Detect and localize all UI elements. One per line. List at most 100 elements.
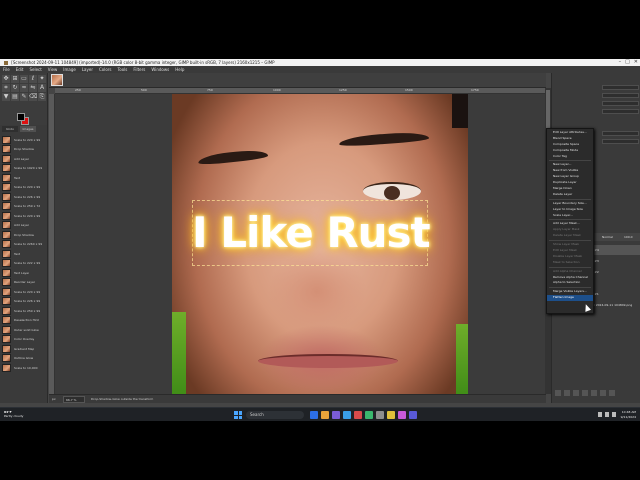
delete-layer-icon[interactable] [609,390,615,396]
menu-layer[interactable]: Layer [82,66,93,73]
tab-images[interactable]: Images [20,126,36,132]
history-item[interactable]: Drop Shadow [0,145,47,155]
menu-item-flatten-image[interactable]: Flatten Image [547,295,593,302]
history-item[interactable]: Scale to 220 x 99 [0,211,47,221]
taskbar-app-icon[interactable] [310,411,318,419]
history-item[interactable]: Add Layer [0,154,47,164]
taskbar-app-icon[interactable] [321,411,329,419]
rotate-icon[interactable]: ↻ [11,84,19,92]
brush-hardness-field[interactable] [602,101,639,106]
new-layer-icon[interactable] [555,390,561,396]
taskbar-app-icon[interactable] [387,411,395,419]
layer-opacity-field[interactable]: 100.0 [624,233,633,241]
history-item[interactable]: Scale to 222 x 99 [0,259,47,269]
taskbar-app-icon[interactable] [332,411,340,419]
image-canvas[interactable]: I Like Rust [172,94,468,394]
warp-icon[interactable]: ≈ [20,84,28,92]
brush-angle-field[interactable] [602,109,639,114]
tab-undo-history[interactable]: Undo History [2,126,18,132]
history-item[interactable]: Color Overlay [0,335,47,345]
brush-spacing-field[interactable] [602,93,639,98]
foreground-color-swatch[interactable] [17,113,25,121]
menu-item-color-tag[interactable]: Color Tag [547,154,593,160]
lower-layer-icon[interactable] [582,390,588,396]
taskbar-app-icon[interactable] [343,411,351,419]
taskbar-search[interactable]: Search [246,411,304,419]
history-item[interactable]: Drop Shadow [0,230,47,240]
fuzzy-select-icon[interactable]: ✦ [38,75,46,83]
maximize-icon[interactable]: □ [625,59,630,66]
taskbar-app-icon[interactable] [376,411,384,419]
menu-select[interactable]: Select [29,66,41,73]
menu-item-layer-boundary-size[interactable]: Layer Boundary Size... [547,201,593,207]
history-item[interactable]: Scale to 220 x 99 [0,183,47,193]
history-item[interactable]: Text [0,249,47,259]
minimize-icon[interactable]: – [619,59,622,66]
menu-view[interactable]: View [48,66,58,73]
history-item[interactable]: Gradient Map [0,344,47,354]
flip-icon[interactable]: ⇋ [29,84,37,92]
menu-item-delete-layer[interactable]: Delete Layer [547,192,593,198]
move-icon[interactable]: ✥ [2,75,10,83]
canvas-area[interactable]: I Like Rust [55,94,545,394]
history-item[interactable]: Deselection Hint [0,316,47,326]
menu-windows[interactable]: Windows [151,66,169,73]
close-icon[interactable]: ✕ [634,59,638,66]
menu-item-alpha-to-selection[interactable]: Alpha to Selection [547,280,593,286]
history-item[interactable]: Outer solid Glow [0,325,47,335]
menu-filters[interactable]: Filters [133,66,145,73]
network-icon[interactable] [598,412,602,417]
taskbar-app-icon[interactable] [354,411,362,419]
paintbrush-icon[interactable]: ✎ [20,93,28,101]
history-item[interactable]: Scale to 259 x 72 [0,202,47,212]
crop-icon[interactable]: ⌗ [2,84,10,92]
start-button-icon[interactable] [234,411,242,419]
taskbar-app-icon[interactable] [409,411,417,419]
menu-edit[interactable]: Edit [16,66,24,73]
menu-image[interactable]: Image [63,66,76,73]
taskbar-app-icon[interactable] [398,411,406,419]
menu-item-scale-layer[interactable]: Scale Layer... [547,213,593,219]
zoom-selector[interactable]: 66.7 % [63,396,85,403]
history-item[interactable]: Text Layer [0,268,47,278]
raise-layer-icon[interactable] [573,390,579,396]
clone-icon[interactable]: ⎘ [38,93,46,101]
battery-icon[interactable] [612,412,616,417]
history-item[interactable]: Scale to 2260 x 99 [0,240,47,250]
history-item[interactable]: Scale to 259 x 99 [0,306,47,316]
scrollbar-thumb[interactable] [546,90,550,130]
bucket-icon[interactable]: ▼ [2,93,10,101]
history-item[interactable]: Scale to 10,000 [0,363,47,373]
menu-file[interactable]: File [3,66,10,73]
history-item[interactable]: Scale to 226 x 99 [0,297,47,307]
menu-tools[interactable]: Tools [118,66,128,73]
history-item[interactable]: Scale to 220 x 99 [0,287,47,297]
history-item[interactable]: Scale to 220 x 99 [0,135,47,145]
gradient-icon[interactable]: ▤ [11,93,19,101]
taskbar-app-icon[interactable] [365,411,373,419]
image-tab-thumbnail[interactable] [51,74,63,86]
dynamics-field[interactable] [602,131,639,136]
clock[interactable]: 10:48 AM 9/11/2024 [621,410,636,419]
rect-select-icon[interactable]: ▭ [20,75,28,83]
volume-icon[interactable] [605,412,609,417]
duplicate-layer-icon[interactable] [591,390,597,396]
free-select-icon[interactable]: ℓ [29,75,37,83]
menu-help[interactable]: Help [175,66,184,73]
brush-size-field[interactable] [602,85,639,90]
layer-mode-select[interactable]: Normal [602,233,613,241]
weather-widget[interactable]: 84°F Partly cloudy [4,410,23,418]
history-item[interactable]: Reorder Layer [0,278,47,288]
history-item[interactable]: Outline Glow [0,354,47,364]
new-group-icon[interactable] [564,390,570,396]
align-icon[interactable]: ⊞ [11,75,19,83]
unit-selector[interactable]: px [52,395,56,404]
anchor-layer-icon[interactable] [600,390,606,396]
glowing-text-layer[interactable]: I Like Rust [192,205,432,261]
history-item[interactable]: Add Layer [0,221,47,231]
history-item[interactable]: Scale to 1920 x 99 [0,164,47,174]
history-item[interactable]: Scale to 226 x 99 [0,192,47,202]
menu-colors[interactable]: Colors [99,66,112,73]
text-icon[interactable]: A [38,84,46,92]
texture-field[interactable] [602,139,639,144]
